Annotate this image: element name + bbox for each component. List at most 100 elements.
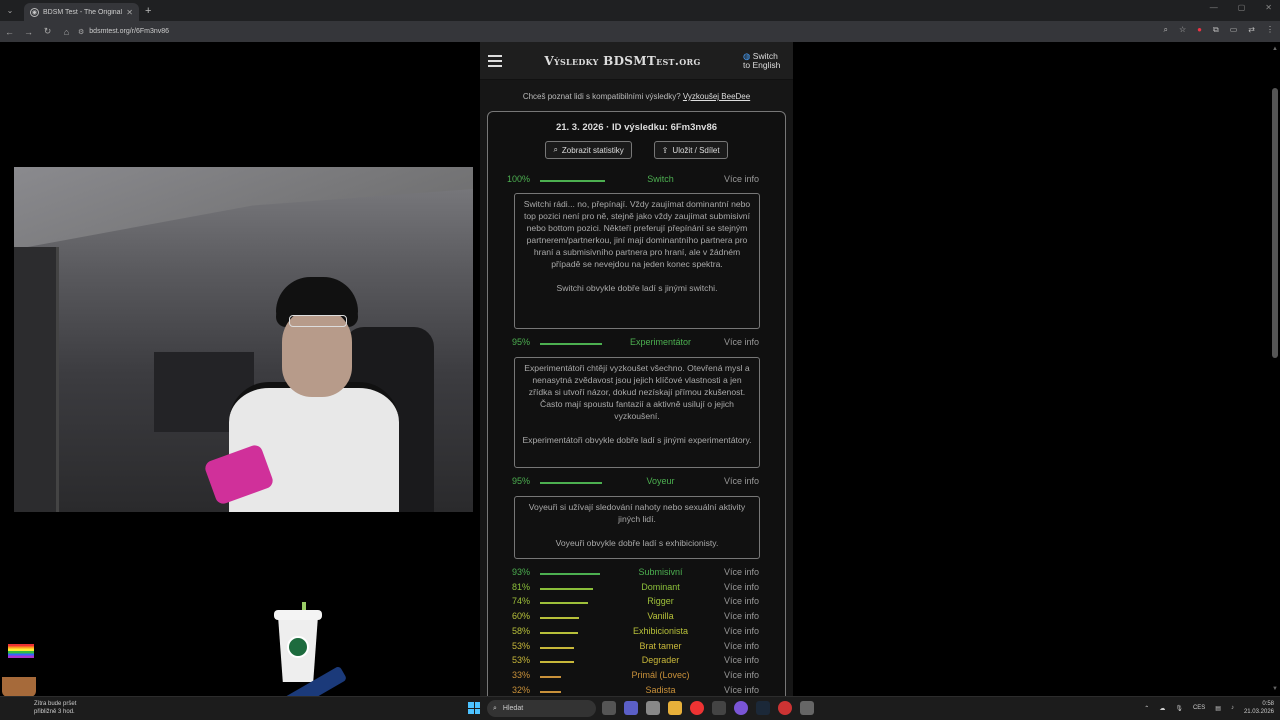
more-info-link[interactable]: Více info — [724, 611, 759, 621]
close-window-icon[interactable]: ✕ — [1265, 3, 1272, 12]
browser-tab-strip: ⌄ ◉ BDSM Test - The Original BDSM ✕ + — … — [0, 0, 1280, 21]
store-icon[interactable] — [646, 701, 660, 715]
site-header: Výsledky BDSMTest.org ◍ Switch to Englis… — [480, 42, 793, 80]
minimize-icon[interactable]: — — [1210, 3, 1218, 12]
zoom-icon[interactable]: ⌕ — [1164, 25, 1168, 35]
voyeur-description: Voyeuři si užívají sledování nahoty nebo… — [514, 496, 760, 559]
mic-icon[interactable]: 🎙 — [1175, 705, 1183, 712]
trait-percent: 95% — [511, 337, 530, 347]
new-tab-icon[interactable]: + — [145, 5, 151, 17]
menu-icon[interactable]: ⋮ — [1266, 25, 1274, 35]
profile-icon[interactable]: ⇄ — [1248, 25, 1255, 35]
experimenter-desc-p1: Experimentátoři chtějí vyzkoušet všechno… — [524, 363, 750, 421]
trait-percent: 60% — [511, 611, 530, 621]
more-info-link[interactable]: Více info — [724, 685, 759, 695]
taskbar-search-placeholder: Hledat — [502, 705, 524, 712]
taskbar: Zítra bude pršet přibližně 3 hod. ⌕ Hled… — [0, 696, 1280, 720]
result-date: 21. 3. 2026 — [555, 122, 604, 133]
browser-tab[interactable]: ◉ BDSM Test - The Original BDSM ✕ — [24, 3, 139, 21]
back-icon[interactable]: ← — [0, 27, 19, 37]
share-label: Uložit / Sdílet — [672, 145, 720, 155]
trait-name: Degrader — [641, 655, 680, 665]
results-page: Výsledky BDSMTest.org ◍ Switch to Englis… — [480, 42, 793, 696]
trait-row: 81% Dominant Více info — [488, 582, 787, 596]
maximize-icon[interactable]: ▢ — [1238, 3, 1246, 12]
forward-icon[interactable]: → — [19, 27, 38, 37]
tab-search-icon[interactable]: ⌄ — [2, 3, 18, 19]
more-info-link[interactable]: Více info — [724, 582, 759, 592]
share-button[interactable]: ⇪ Uložit / Sdílet — [653, 141, 728, 159]
sidebar-icon[interactable]: ▭ — [1230, 25, 1238, 35]
trait-name: Sadista — [645, 685, 676, 695]
trait-percent: 53% — [511, 641, 530, 651]
app2-icon[interactable] — [778, 701, 792, 715]
start-button-icon[interactable] — [468, 702, 480, 714]
voyeur-desc-p1: Voyeuři si užívají sledování nahoty nebo… — [528, 502, 746, 524]
extensions-puzzle-icon[interactable]: ⧉ — [1213, 25, 1219, 35]
network-icon[interactable]: ▤ — [1215, 705, 1221, 712]
tray-overflow-icon[interactable]: ⌃ — [1144, 705, 1149, 712]
promo-link[interactable]: Vyzkoušej BeeDee — [683, 92, 750, 101]
trait-percent: 81% — [511, 582, 530, 592]
bookmark-star-icon[interactable]: ☆ — [1179, 25, 1186, 35]
volume-icon[interactable]: ♪ — [1231, 705, 1234, 711]
app3-icon[interactable] — [800, 701, 814, 715]
clock[interactable]: 0:58 21.03.2026 — [1244, 700, 1274, 716]
more-info-link[interactable]: Více info — [724, 476, 759, 486]
more-info-link[interactable]: Více info — [724, 567, 759, 577]
more-info-link[interactable]: Více info — [724, 174, 759, 184]
language-switch[interactable]: ◍ Switch to English — [743, 51, 785, 70]
trait-name: Experimentátor — [629, 337, 692, 347]
results-card: 21. 3. 2026 · ID výsledku: 6Fm3nv86 ⌕ Zo… — [487, 111, 786, 696]
result-id-label: ID výsledku: — [611, 122, 668, 133]
chrome-icon[interactable] — [690, 701, 704, 715]
weather-widget[interactable]: Zítra bude pršet přibližně 3 hod. — [34, 700, 76, 716]
trait-row: 32% Sadista Více info — [488, 685, 787, 696]
trait-name: Submisivní — [638, 567, 683, 577]
switch-desc-p2: Switchi obvykle dobře ladí s jinými swit… — [556, 283, 718, 293]
trait-name: Voyeur — [646, 476, 675, 486]
rainbow-flag — [8, 644, 34, 658]
scroll-up-icon[interactable]: ▲ — [1272, 46, 1278, 52]
hamburger-menu-icon[interactable] — [488, 54, 502, 67]
steam-icon[interactable] — [756, 701, 770, 715]
task-view-icon[interactable] — [602, 701, 616, 715]
page-scrollbar-thumb[interactable] — [1272, 88, 1278, 358]
site-info-icon[interactable]: ⚙ — [78, 28, 84, 36]
trait-row: 93% Submisivní Více info — [488, 567, 787, 581]
trait-percent: 32% — [511, 685, 530, 695]
more-info-link[interactable]: Více info — [724, 641, 759, 651]
url-field[interactable]: ⚙ bdsmtest.org/r/6Fm3nv86 — [78, 24, 1128, 39]
search-icon: ⌕ — [493, 704, 497, 712]
pencil-pot — [2, 677, 36, 696]
trait-percent: 100% — [506, 174, 530, 184]
file-explorer-icon[interactable] — [668, 701, 682, 715]
search-icon: ⌕ — [553, 145, 558, 154]
favicon-icon: ◉ — [30, 7, 39, 17]
close-tab-icon[interactable]: ✕ — [126, 8, 133, 17]
trait-row: 74% Rigger Více info — [488, 596, 787, 610]
reload-icon[interactable]: ↻ — [38, 26, 57, 37]
webcam-overlay — [14, 167, 473, 512]
tray-app-icon[interactable]: ☁ — [1159, 705, 1165, 712]
more-info-link[interactable]: Více info — [724, 337, 759, 347]
app-icon[interactable] — [712, 701, 726, 715]
trait-name: Exhibicionista — [632, 626, 689, 636]
show-stats-button[interactable]: ⌕ Zobrazit statistiky — [545, 141, 632, 159]
tray-lang[interactable]: CES — [1193, 705, 1205, 711]
share-icon: ⇪ — [661, 145, 669, 155]
scroll-down-icon[interactable]: ▼ — [1272, 686, 1278, 692]
trait-row: 60% Vanilla Více info — [488, 611, 787, 625]
more-info-link[interactable]: Více info — [724, 655, 759, 665]
more-info-link[interactable]: Více info — [724, 596, 759, 606]
window-controls: — ▢ ✕ — [1210, 3, 1272, 12]
taskbar-search[interactable]: ⌕ Hledat — [487, 700, 596, 717]
voyeur-desc-p2: Voyeuři obvykle dobře ladí s exhibicioni… — [555, 538, 719, 548]
extension-icon[interactable]: ● — [1197, 25, 1202, 35]
discord-icon[interactable] — [734, 701, 748, 715]
home-icon[interactable]: ⌂ — [57, 27, 76, 37]
webcam-door — [14, 247, 59, 512]
teams-icon[interactable] — [624, 701, 638, 715]
more-info-link[interactable]: Více info — [724, 670, 759, 680]
more-info-link[interactable]: Více info — [724, 626, 759, 636]
